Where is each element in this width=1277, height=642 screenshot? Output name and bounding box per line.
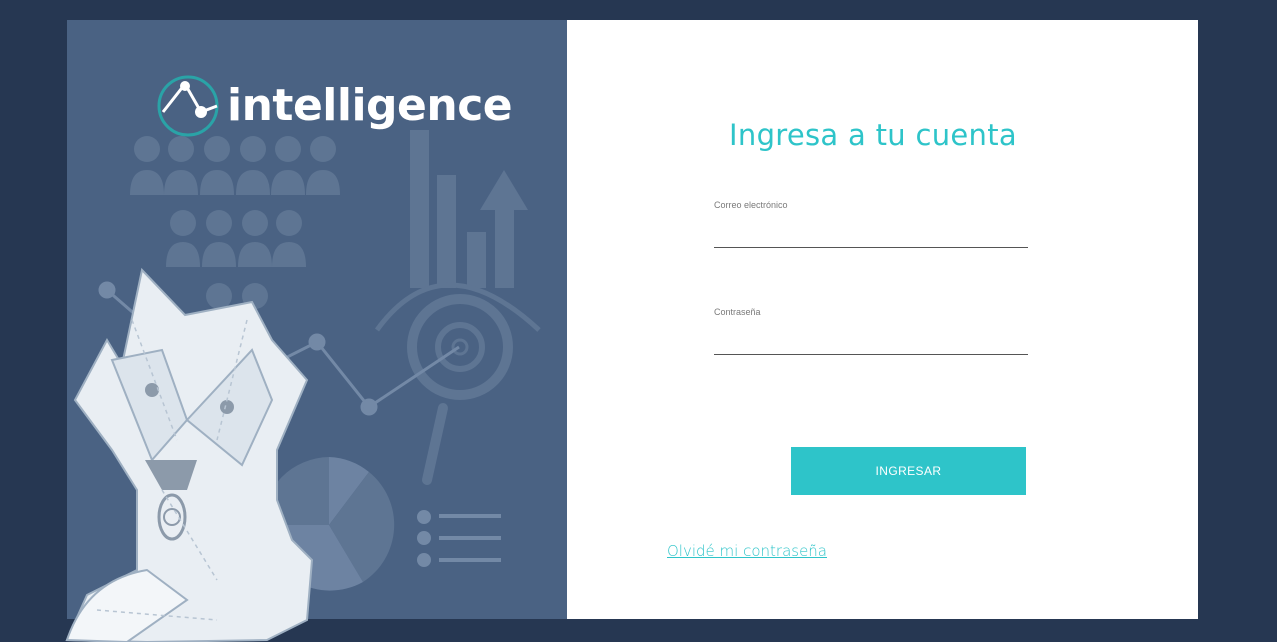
logo-icon [157, 75, 219, 137]
list-icon [417, 510, 501, 567]
login-form-panel: Ingresa a tu cuenta Correo electrónico C… [567, 20, 1198, 619]
brand-logo: intelligence [157, 74, 513, 138]
email-field[interactable] [714, 218, 1028, 248]
login-card: intelligence Ingresa a tu cuenta Correo … [65, 20, 1198, 642]
brand-name: intelligence [227, 80, 513, 131]
magnifier-icon [374, 282, 541, 485]
people-icon [130, 136, 340, 309]
page-title: Ingresa a tu cuenta [729, 118, 1017, 152]
email-field-group: Correo electrónico [714, 200, 1028, 248]
fox-mascot [65, 267, 314, 642]
password-label: Contraseña [714, 307, 761, 317]
email-label: Correo electrónico [714, 200, 788, 210]
login-button[interactable]: INGRESAR [791, 447, 1026, 495]
password-field-group: Contraseña [714, 307, 1028, 355]
brand-panel: intelligence [65, 20, 567, 642]
forgot-password-link[interactable]: Olvidé mi contraseña [667, 542, 827, 560]
bar-chart-icon [410, 130, 528, 288]
password-field[interactable] [714, 325, 1028, 355]
